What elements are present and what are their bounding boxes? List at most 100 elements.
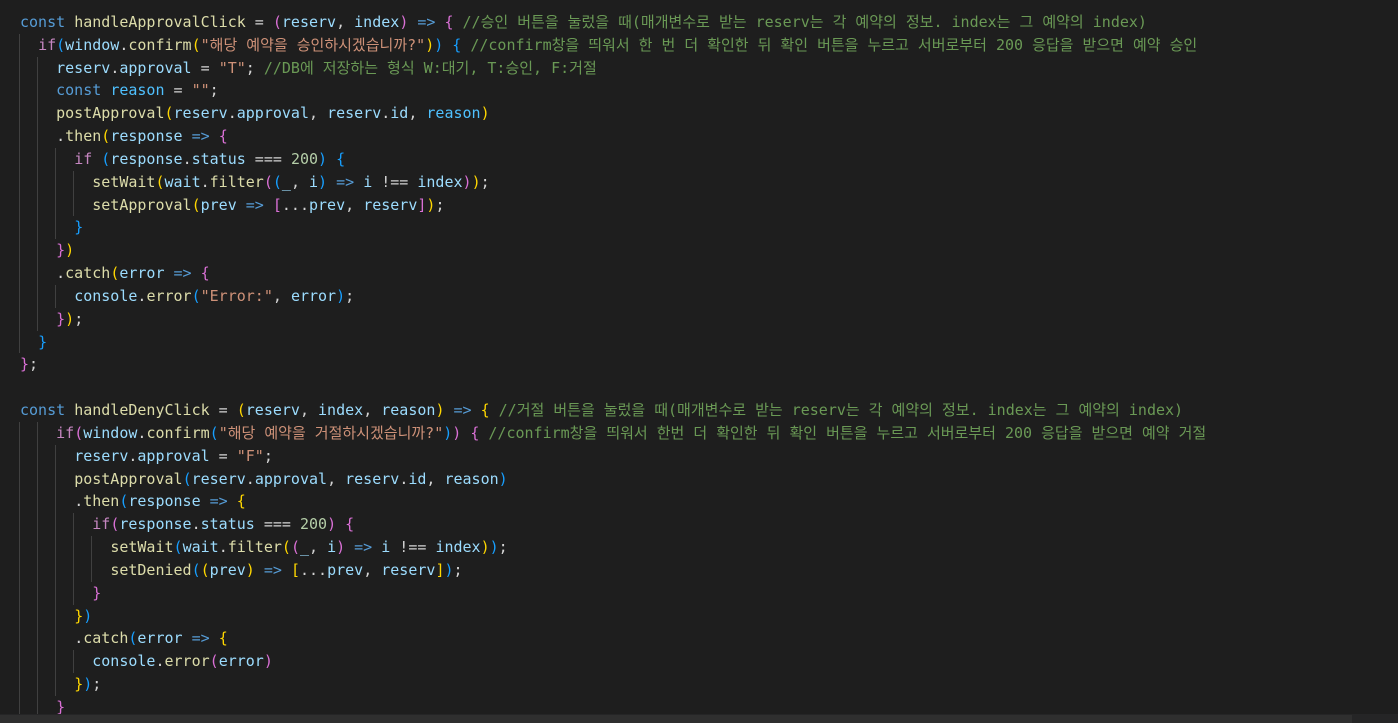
code-line[interactable]: setDenied((prev) => [...prev, reserv]); [4,558,1398,582]
indent-guide [37,125,39,148]
token-b2: } [20,355,30,374]
token-fn: postApproval [56,104,165,123]
token-op: , [299,401,319,420]
code-line[interactable]: } [4,216,1398,240]
indent-guide [73,513,75,537]
code-line[interactable]: const handleDenyClick = (reserv, index, … [4,399,1398,422]
token-kw: => [173,264,192,283]
token-var: i [363,172,373,191]
token-var: response [119,515,192,534]
indent-guide [55,147,57,171]
code-line[interactable]: postApproval(reserv.approval, reserv.id,… [4,467,1398,491]
token-var: _ [299,538,309,557]
code-line[interactable]: }); [4,307,1398,331]
token-b1: ) [65,241,75,260]
indent-guide [55,467,57,491]
code-line[interactable]: const reason = ""; [4,79,1398,103]
token-op: . [56,264,66,283]
token-b1: ( [110,264,120,283]
line-text: } [4,218,83,236]
line-text: }; [4,355,38,373]
code-line[interactable]: .then(response => { [4,125,1398,148]
code-line[interactable]: } [4,581,1398,605]
code-line[interactable]: console.error(error) [4,650,1398,674]
indent-guide [19,56,20,80]
code-editor[interactable]: const handleApprovalClick = (reserv, ind… [0,0,1398,723]
token-fn: error [164,652,210,671]
token-op: = [209,401,237,420]
token-b2: { [444,13,454,31]
token-fn: setApproval [92,195,192,214]
token-kw: => [336,172,355,191]
token-op [65,13,74,31]
code-line[interactable]: .catch(error => { [4,262,1398,285]
token-fn: then [83,492,120,511]
token-op [92,150,101,168]
code-line[interactable]: if(response.status === 200) { [4,513,1398,537]
indent-guide [37,558,39,582]
horizontal-scrollbar[interactable] [0,714,1398,723]
token-b3: ) [443,423,453,442]
token-op: , [272,286,291,305]
code-line[interactable]: setWait(wait.filter((_, i) => i !== inde… [4,170,1398,194]
token-b2: } [56,241,66,260]
token-b2: [ [272,195,282,214]
token-op [354,173,363,191]
code-line[interactable]: .then(response => { [4,490,1398,514]
code-line[interactable]: .catch(error => { [4,627,1398,651]
token-b3: ( [56,35,66,54]
token-str: "F" [236,446,264,465]
indent-guide [37,102,39,126]
token-op: ; [209,81,219,100]
token-op: = [245,13,273,31]
token-op [345,538,354,556]
token-op: . [74,492,84,511]
token-fn: filter [209,172,264,191]
token-op [282,561,291,579]
token-op: . [155,652,165,671]
indent-guide [37,193,39,217]
code-line[interactable]: }); [4,673,1398,696]
code-line[interactable]: setWait(wait.filter((_, i) => i !== inde… [4,536,1398,559]
token-op: ; [92,675,102,694]
token-op: . [74,629,84,648]
code-line[interactable]: console.error("Error:", error); [4,284,1398,308]
code-line[interactable]: }; [4,353,1398,376]
indent-guide [19,33,20,57]
token-b2: ( [290,538,300,557]
code-line[interactable]: setApproval(prev => [...prev, reserv]); [4,193,1398,217]
token-cmt: //승인 버튼을 눌렀을 때(매개변수로 받는 reserv는 각 예약의 정보… [462,13,1147,31]
code-line[interactable]: const handleApprovalClick = (reserv, ind… [4,11,1398,34]
indent-guide [73,650,75,674]
indent-guide [55,193,57,217]
token-b3: ) [83,606,93,625]
code-line[interactable]: postApproval(reserv.approval, reserv.id,… [4,102,1398,126]
token-str: "T" [218,58,246,77]
token-b1: ) [425,35,435,54]
token-op: . [245,469,255,488]
token-b3: ( [209,423,219,442]
indent-guide [19,170,20,194]
token-op: ; [74,309,84,328]
scrollbar-thumb[interactable] [0,715,1352,723]
code-line[interactable]: } [4,330,1398,354]
indent-guide [37,56,39,80]
code-line[interactable]: if(window.confirm("해당 예약을 승인하시겠습니까?")) {… [4,33,1398,57]
code-line[interactable]: }) [4,239,1398,263]
indent-guide [19,262,20,285]
token-var: id [390,104,409,123]
code-line[interactable]: reserv.approval = "F"; [4,444,1398,468]
token-op [372,538,381,556]
token-op [443,36,452,54]
code-line[interactable]: if (response.status === 200) { [4,147,1398,171]
code-line[interactable]: }) [4,604,1398,628]
token-var: response [110,149,183,168]
code-line[interactable] [4,376,1398,399]
code-line[interactable]: reserv.approval = "T"; //DB에 저장하는 형식 W:대… [4,56,1398,80]
token-fn: setWait [110,538,174,557]
indent-guide [37,581,39,605]
indent-guide [19,467,20,491]
token-b1: ( [101,127,111,146]
code-area[interactable]: const handleApprovalClick = (reserv, ind… [4,11,1398,719]
code-line[interactable]: if(window.confirm("해당 예약을 거절하시겠습니까?")) {… [4,421,1398,445]
